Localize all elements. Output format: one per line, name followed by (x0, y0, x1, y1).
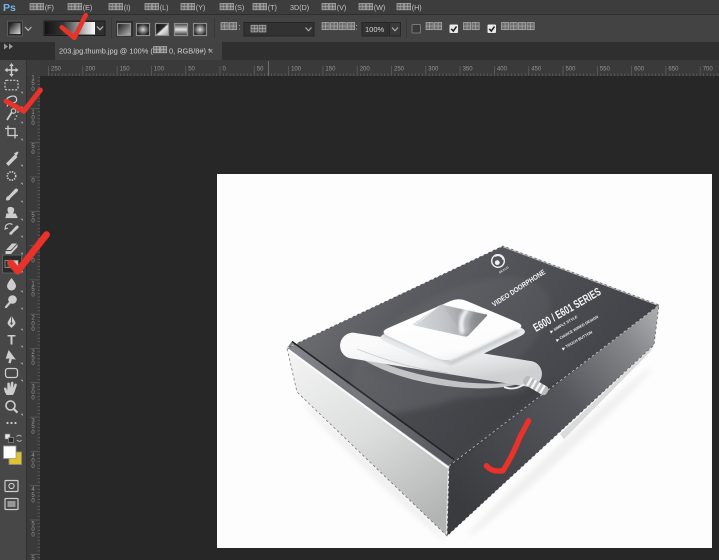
svg-text::: : (239, 23, 241, 32)
svg-text:50: 50 (188, 67, 195, 73)
svg-text:700: 700 (703, 67, 714, 73)
svg-text:(E): (E) (83, 3, 93, 12)
svg-text:600: 600 (634, 67, 645, 73)
svg-text:3D(D): 3D(D) (290, 3, 309, 12)
svg-text:Ps: Ps (3, 2, 16, 14)
svg-text:450: 450 (531, 67, 542, 73)
svg-text:×: × (208, 46, 213, 56)
svg-text:203.jpg.thumb.jpg @ 100% (: 203.jpg.thumb.jpg @ 100% ( (59, 47, 153, 56)
svg-text:100: 100 (291, 67, 302, 73)
svg-text::: : (356, 23, 358, 32)
svg-text:(H): (H) (412, 3, 422, 12)
svg-text:0, RGB/8#) *: 0, RGB/8#) * (169, 47, 211, 56)
svg-text:(W): (W) (374, 3, 386, 12)
svg-text:550: 550 (600, 67, 611, 73)
svg-text:200: 200 (85, 67, 96, 73)
svg-text:300: 300 (428, 67, 439, 73)
svg-text:400: 400 (497, 67, 508, 73)
svg-text:100: 100 (154, 67, 165, 73)
svg-text:(S): (S) (235, 3, 245, 12)
svg-text:250: 250 (394, 67, 405, 73)
svg-text:(F): (F) (45, 3, 54, 12)
svg-text:150: 150 (120, 67, 131, 73)
svg-text:200: 200 (360, 67, 371, 73)
svg-text:50: 50 (257, 67, 264, 73)
svg-text:650: 650 (668, 67, 679, 73)
svg-text:100%: 100% (365, 25, 385, 34)
svg-text:T: T (7, 333, 16, 348)
svg-text:250: 250 (51, 67, 62, 73)
svg-text:500: 500 (566, 67, 577, 73)
svg-text:(T): (T) (268, 3, 277, 12)
svg-text:(V): (V) (337, 3, 347, 12)
svg-text:(I): (I) (124, 3, 131, 12)
svg-text:(L): (L) (160, 3, 169, 12)
svg-text:150: 150 (325, 67, 336, 73)
svg-text:350: 350 (463, 67, 474, 73)
svg-text:(Y): (Y) (196, 3, 206, 12)
